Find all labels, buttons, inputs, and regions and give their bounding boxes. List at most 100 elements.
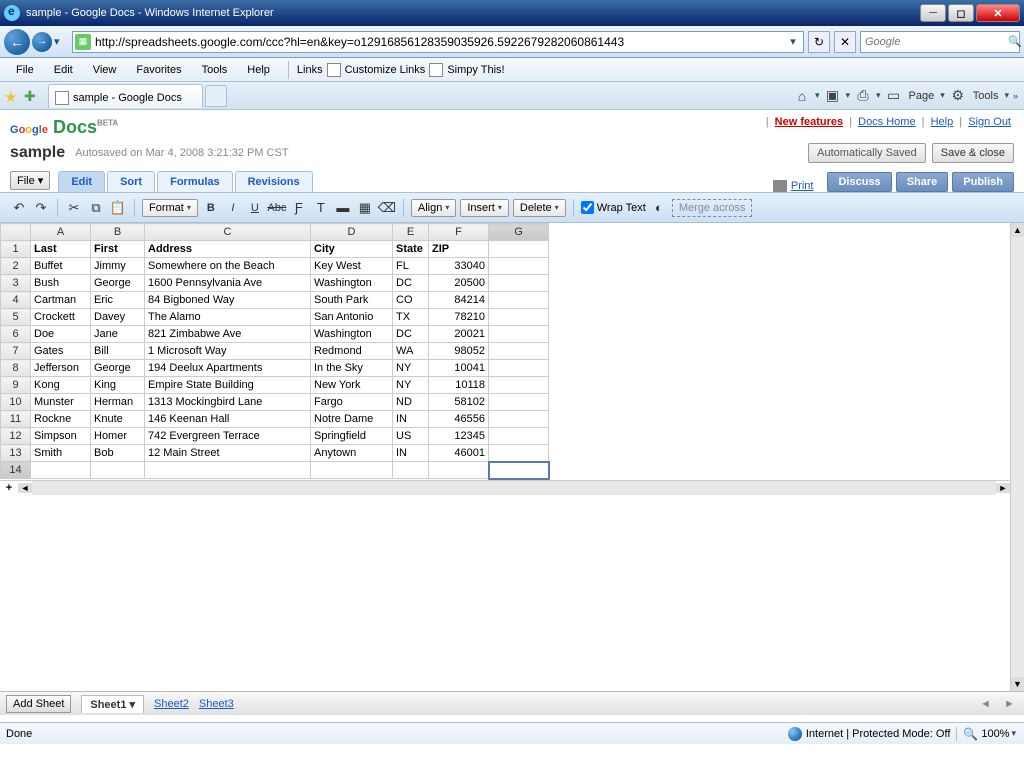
zoom-icon[interactable]: 🔍 — [963, 727, 978, 741]
page-icon[interactable]: ▭ — [885, 87, 903, 105]
auto-saved-button[interactable]: Automatically Saved — [808, 143, 926, 163]
print-icon[interactable]: ⎙ — [854, 87, 872, 105]
zoom-level[interactable]: 100% — [981, 728, 1009, 740]
bold-icon[interactable]: B — [202, 199, 220, 217]
underline-icon[interactable]: U — [246, 199, 264, 217]
menu-favorites[interactable]: Favorites — [126, 62, 191, 78]
sheet-tab-2[interactable]: Sheet2 — [154, 698, 189, 710]
minimize-button[interactable]: ─ — [920, 4, 946, 22]
col-header-A[interactable]: A — [31, 224, 91, 241]
refresh-button[interactable]: ↻ — [808, 31, 830, 53]
selected-cell[interactable] — [489, 462, 549, 479]
col-header-C[interactable]: C — [145, 224, 311, 241]
copy-icon[interactable]: ⧉ — [87, 199, 105, 217]
add-favorite-icon[interactable]: ✚ — [24, 88, 40, 104]
feeds-dropdown[interactable]: ▾ — [843, 90, 852, 101]
table-row[interactable]: 5CrockettDaveyThe AlamoSan AntonioTX7821… — [1, 309, 549, 326]
address-bar[interactable]: ▦ ▾ — [72, 31, 804, 53]
maximize-button[interactable]: ◻ — [948, 4, 974, 22]
search-input[interactable] — [865, 36, 1008, 48]
col-header-F[interactable]: F — [429, 224, 489, 241]
forward-button[interactable]: → — [32, 32, 52, 52]
scroll-up-icon[interactable]: ▲ — [1011, 223, 1024, 237]
add-row-button[interactable]: + — [0, 482, 18, 494]
back-button[interactable]: ← — [4, 29, 30, 55]
tab-formulas[interactable]: Formulas — [157, 171, 233, 192]
publish-button[interactable]: Publish — [952, 172, 1014, 192]
col-header-E[interactable]: E — [393, 224, 429, 241]
tools-menu[interactable]: Tools — [969, 90, 1003, 102]
add-sheet-button[interactable]: Add Sheet — [6, 695, 71, 713]
table-row[interactable]: 12SimpsonHomer742 Evergreen TerraceSprin… — [1, 428, 549, 445]
favorites-star-icon[interactable]: ★ — [4, 88, 20, 104]
insert-dropdown[interactable]: Insert▾ — [460, 199, 509, 217]
tab-scroll-right-icon[interactable]: ► — [1004, 698, 1018, 710]
discuss-button[interactable]: Discuss — [827, 172, 891, 192]
table-row[interactable]: 9KongKingEmpire State BuildingNew YorkNY… — [1, 377, 549, 394]
new-tab-button[interactable] — [205, 85, 227, 107]
link-help[interactable]: Help — [931, 116, 954, 128]
sheet-tab-1[interactable]: Sheet1 ▾ — [81, 695, 144, 713]
chevron-icon[interactable]: » — [1011, 91, 1020, 101]
print-link[interactable]: Print — [791, 180, 814, 192]
gear-icon[interactable]: ⚙ — [949, 87, 967, 105]
row-header[interactable]: 1 — [1, 241, 31, 258]
scroll-left-icon[interactable]: ◄ — [18, 483, 32, 493]
url-input[interactable] — [95, 35, 785, 49]
table-row[interactable]: 2BuffetJimmySomewhere on the BeachKey We… — [1, 258, 549, 275]
close-button[interactable]: ✕ — [976, 4, 1020, 22]
nav-history-dropdown[interactable]: ▾ — [54, 35, 66, 48]
tab-scroll-left-icon[interactable]: ◄ — [980, 698, 994, 710]
tab-sort[interactable]: Sort — [107, 171, 155, 192]
clear-format-icon[interactable]: ⌫ — [378, 199, 396, 217]
align-dropdown[interactable]: Align▾ — [411, 199, 456, 217]
merge-across-button[interactable]: Merge across — [672, 199, 753, 217]
link-new-features[interactable]: New features — [775, 116, 843, 128]
cut-icon[interactable]: ✂ — [65, 199, 83, 217]
page-menu[interactable]: Page — [905, 90, 939, 102]
share-button[interactable]: Share — [896, 172, 949, 192]
file-dropdown[interactable]: File ▾ — [10, 171, 50, 190]
chart-icon[interactable]: ◐ — [650, 199, 668, 217]
menu-view[interactable]: View — [83, 62, 127, 78]
table-row[interactable]: 10MunsterHerman1313 Mockingbird LaneFarg… — [1, 394, 549, 411]
table-row[interactable]: 3BushGeorge1600 Pennsylvania AveWashingt… — [1, 275, 549, 292]
menu-tools[interactable]: Tools — [192, 62, 238, 78]
text-color-icon[interactable]: T — [312, 199, 330, 217]
col-header-G[interactable]: G — [489, 224, 549, 241]
zoom-dropdown[interactable]: ▾ — [1009, 728, 1018, 739]
hscroll-track[interactable] — [32, 481, 996, 495]
italic-icon[interactable]: I — [224, 199, 242, 217]
undo-icon[interactable]: ↶ — [10, 199, 28, 217]
stop-button[interactable]: ✕ — [834, 31, 856, 53]
vertical-scrollbar[interactable]: ▲ ▼ — [1010, 223, 1024, 691]
save-close-button[interactable]: Save & close — [932, 143, 1014, 163]
font-size-icon[interactable]: Ƒ — [290, 199, 308, 217]
print-dropdown[interactable]: ▾ — [874, 90, 883, 101]
borders-icon[interactable]: ▦ — [356, 199, 374, 217]
fill-color-icon[interactable]: ▬ — [334, 199, 352, 217]
link-signout[interactable]: Sign Out — [968, 116, 1011, 128]
browser-tab[interactable]: sample - Google Docs — [48, 84, 203, 108]
table-row[interactable]: 6DoeJane821 Zimbabwe AveWashingtonDC2002… — [1, 326, 549, 343]
table-row[interactable]: 11RockneKnute146 Keenan HallNotre DameIN… — [1, 411, 549, 428]
scroll-down-icon[interactable]: ▼ — [1011, 677, 1024, 691]
wrap-text-checkbox[interactable]: Wrap Text — [581, 201, 646, 214]
link-simpy[interactable]: Simpy This! — [447, 64, 504, 76]
feeds-icon[interactable]: ▣ — [823, 87, 841, 105]
table-row[interactable]: 4CartmanEric84 Bigboned WaySouth ParkCO8… — [1, 292, 549, 309]
home-dropdown[interactable]: ▾ — [813, 90, 822, 101]
delete-dropdown[interactable]: Delete▾ — [513, 199, 566, 217]
tab-edit[interactable]: Edit — [58, 171, 105, 192]
scroll-right-icon[interactable]: ► — [996, 483, 1010, 493]
row-header[interactable]: 14 — [1, 462, 31, 479]
paste-icon[interactable]: 📋 — [109, 199, 127, 217]
menu-edit[interactable]: Edit — [44, 62, 83, 78]
table-row[interactable]: 13SmithBob12 Main StreetAnytownIN46001 — [1, 445, 549, 462]
sheet-tab-3[interactable]: Sheet3 — [199, 698, 234, 710]
table-row[interactable]: 7GatesBill1 Microsoft WayRedmondWA98052 — [1, 343, 549, 360]
search-box[interactable]: 🔍 — [860, 31, 1020, 53]
home-icon[interactable]: ⌂ — [793, 87, 811, 105]
menu-help[interactable]: Help — [237, 62, 280, 78]
link-customize[interactable]: Customize Links — [345, 64, 426, 76]
